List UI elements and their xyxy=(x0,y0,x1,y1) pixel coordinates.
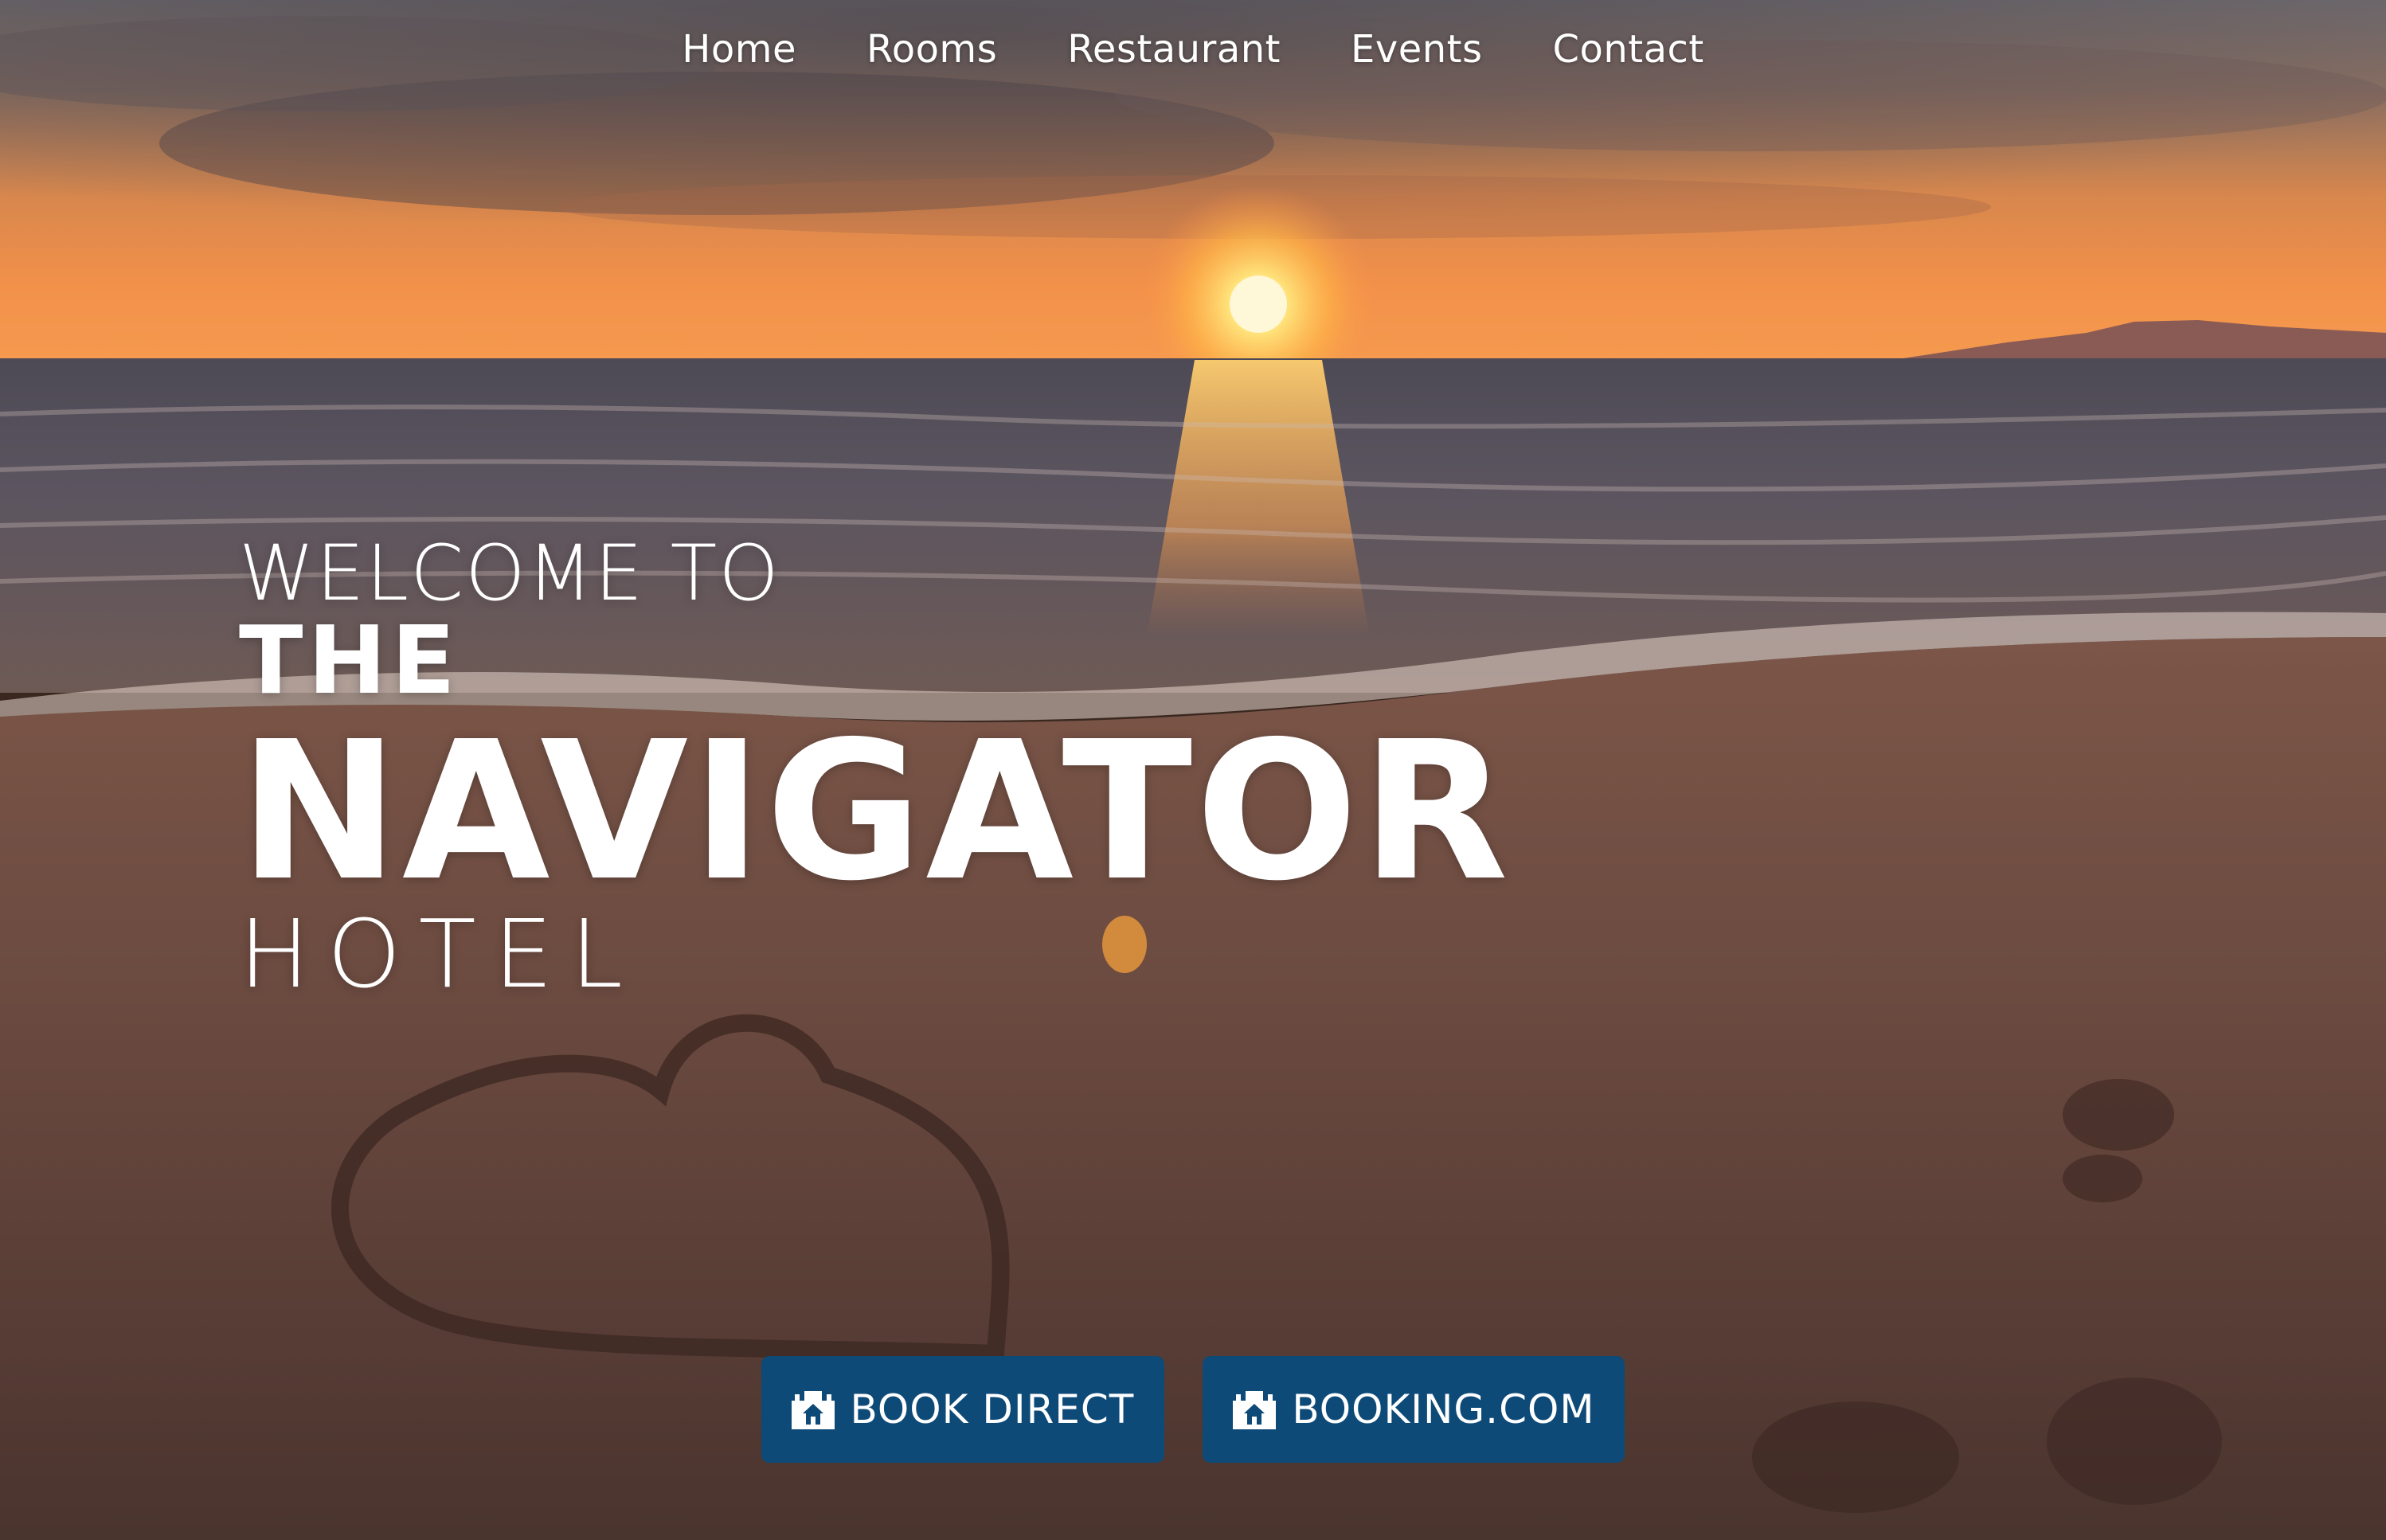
booking-buttons: BOOK DIRECT BOOKING.COM xyxy=(0,1356,2386,1463)
hero-section: Home Rooms Restaurant Events Contact WEL… xyxy=(0,0,2386,1540)
booking-com-label: BOOKING.COM xyxy=(1292,1386,1595,1433)
welcome-text: WELCOME TO xyxy=(239,529,780,618)
hotel-icon xyxy=(791,1391,835,1429)
nav-restaurant-link[interactable]: Restaurant xyxy=(1064,22,1284,76)
booking-com-button[interactable]: BOOKING.COM xyxy=(1203,1356,1625,1463)
book-direct-label: BOOK DIRECT xyxy=(850,1386,1135,1433)
nav-events-link[interactable]: Events xyxy=(1348,22,1486,76)
hero-title: WELCOME TO THE NAVIGATOR HOTEL xyxy=(239,534,1512,1002)
nav-contact-link[interactable]: Contact xyxy=(1550,22,1707,76)
hotel-name-text: NAVIGATOR xyxy=(239,700,1512,923)
hotel-icon xyxy=(1233,1391,1277,1429)
nav-home-link[interactable]: Home xyxy=(679,22,800,76)
main-nav: Home Rooms Restaurant Events Contact xyxy=(0,22,2386,76)
the-text: THE xyxy=(239,605,460,715)
book-direct-button[interactable]: BOOK DIRECT xyxy=(761,1356,1165,1463)
nav-rooms-link[interactable]: Rooms xyxy=(863,22,1000,76)
